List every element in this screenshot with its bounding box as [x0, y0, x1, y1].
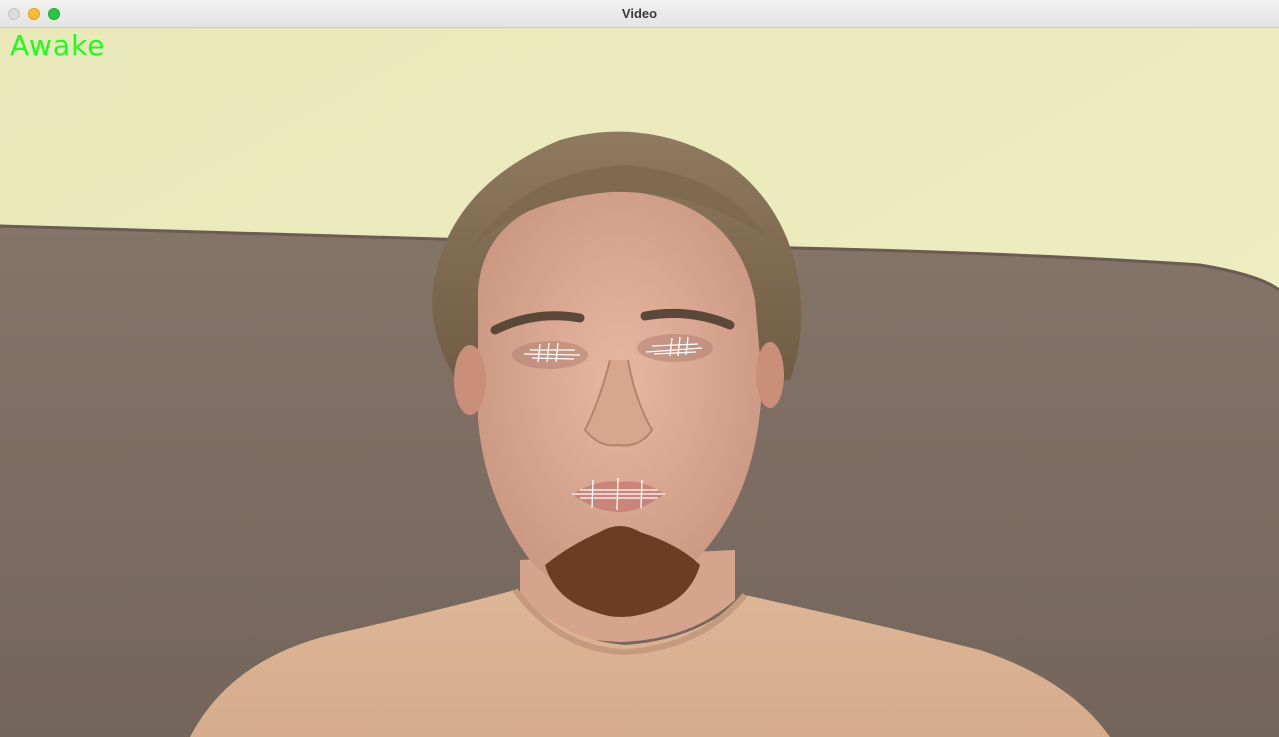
- title-bar[interactable]: Video: [0, 0, 1279, 28]
- window-title: Video: [621, 6, 658, 21]
- video-window: Video Awake: [0, 0, 1279, 737]
- drowsiness-status-label: Awake: [10, 29, 106, 62]
- webcam-frame: [0, 28, 1279, 737]
